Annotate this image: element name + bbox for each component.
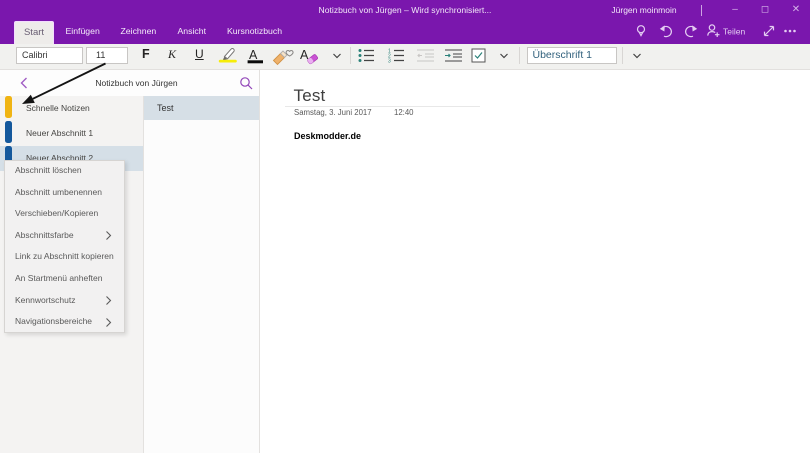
svg-text:3: 3	[388, 59, 391, 64]
svg-text:Teilen: Teilen	[723, 27, 745, 37]
svg-text:A: A	[249, 48, 258, 62]
